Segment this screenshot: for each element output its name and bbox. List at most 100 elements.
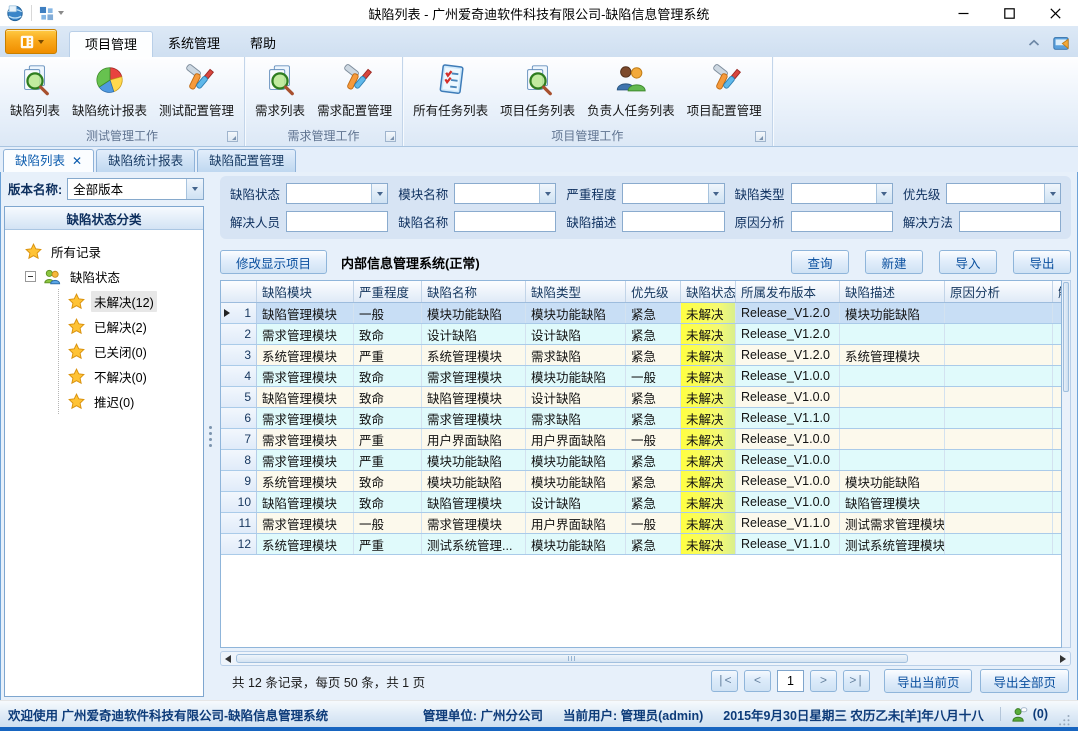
grid-header-cell[interactable]: 优先级 — [626, 281, 681, 302]
toolbar-action-button[interactable]: 导出 — [1013, 250, 1071, 274]
combo-arrow-icon[interactable] — [708, 184, 724, 203]
page-number-input[interactable] — [777, 670, 804, 692]
ribbon-button[interactable]: 需求列表 — [249, 59, 311, 119]
table-row[interactable]: 11需求管理模块一般需求管理模块用户界面缺陷一般未解决Release_V1.1.… — [221, 513, 1061, 534]
horizontal-scrollbar-track[interactable] — [236, 654, 1055, 663]
horizontal-scrollbar[interactable] — [220, 651, 1071, 666]
horizontal-scrollbar-thumb[interactable] — [236, 654, 908, 663]
vertical-scrollbar-thumb[interactable] — [1063, 282, 1069, 392]
dialog-launcher-icon[interactable] — [227, 131, 238, 142]
last-page-button[interactable]: >| — [843, 670, 870, 692]
ribbon-tab[interactable]: 项目管理 — [69, 31, 153, 57]
scroll-left-arrow-icon[interactable] — [224, 654, 232, 663]
filter-input[interactable] — [286, 211, 388, 232]
ribbon-button[interactable]: 项目配置管理 — [681, 59, 768, 119]
grid-header-cell[interactable]: 原因分析 — [945, 281, 1053, 302]
combo-arrow-icon[interactable] — [186, 179, 203, 199]
tree-item-defect-status[interactable]: 缺陷状态 — [25, 264, 203, 289]
table-row[interactable]: 3系统管理模块严重系统管理模块需求缺陷紧急未解决Release_V1.2.0系统… — [221, 345, 1061, 366]
table-row[interactable]: 7需求管理模块严重用户界面缺陷用户界面缺陷一般未解决Release_V1.0.0 — [221, 429, 1061, 450]
grid-header-cell[interactable]: 解决 — [1053, 281, 1062, 302]
help-app-icon[interactable] — [1052, 34, 1070, 52]
prev-page-button[interactable]: < — [744, 670, 771, 692]
export-current-page-button[interactable]: 导出当前页 — [884, 669, 973, 693]
export-all-pages-button[interactable]: 导出全部页 — [980, 669, 1069, 693]
table-row[interactable]: 8需求管理模块严重模块功能缺陷模块功能缺陷紧急未解决Release_V1.0.0 — [221, 450, 1061, 471]
grid-header-cell[interactable]: 严重程度 — [354, 281, 422, 302]
grid-header-row: 缺陷模块严重程度缺陷名称缺陷类型优先级缺陷状态所属发布版本缺陷描述原因分析解决 — [221, 281, 1062, 303]
table-row[interactable]: 6需求管理模块致命需求管理模块需求缺陷紧急未解决Release_V1.1.0 — [221, 408, 1061, 429]
grid-header-cell[interactable]: 缺陷描述 — [840, 281, 945, 302]
ribbon-button[interactable]: 需求配置管理 — [311, 59, 398, 119]
ribbon-button[interactable]: 项目任务列表 — [494, 59, 581, 119]
document-tab[interactable]: 缺陷统计报表 — [96, 149, 195, 172]
scroll-right-arrow-icon[interactable] — [1059, 654, 1067, 663]
document-tab[interactable]: 缺陷配置管理 — [197, 149, 296, 172]
app-menu-button[interactable] — [5, 29, 57, 54]
close-button[interactable] — [1032, 0, 1078, 26]
ribbon-button[interactable]: 所有任务列表 — [407, 59, 494, 119]
filter-input[interactable] — [959, 211, 1061, 232]
tab-close-icon[interactable]: ✕ — [72, 155, 82, 167]
toolbar-action-button[interactable]: 查询 — [791, 250, 849, 274]
grid-header-cell[interactable]: 缺陷模块 — [257, 281, 354, 302]
filter-dropdown[interactable] — [454, 183, 556, 204]
modify-columns-button[interactable]: 修改显示项目 — [220, 250, 327, 274]
grid-header-cell[interactable]: 缺陷名称 — [422, 281, 526, 302]
grid-header-cell[interactable]: 缺陷状态 — [681, 281, 736, 302]
ribbon-button[interactable]: 测试配置管理 — [153, 59, 240, 119]
maximize-button[interactable] — [986, 0, 1032, 26]
table-row[interactable]: 4需求管理模块致命需求管理模块模块功能缺陷一般未解决Release_V1.0.0 — [221, 366, 1061, 387]
table-row[interactable]: 10缺陷管理模块致命缺陷管理模块设计缺陷紧急未解决Release_V1.0.0缺… — [221, 492, 1061, 513]
filter-input[interactable] — [791, 211, 893, 232]
tree-item-status[interactable]: 未解决(12) — [68, 289, 203, 314]
quick-access-caret-icon[interactable] — [58, 11, 64, 15]
grid-header-cell[interactable]: 缺陷类型 — [526, 281, 626, 302]
filter-dropdown[interactable] — [791, 183, 893, 204]
chevron-up-icon[interactable] — [1028, 39, 1040, 47]
table-row[interactable]: 12系统管理模块严重测试系统管理...模块功能缺陷紧急未解决Release_V1… — [221, 534, 1061, 555]
document-tab[interactable]: 缺陷列表✕ — [3, 149, 94, 172]
row-number: 5 — [221, 387, 257, 407]
ribbon-button[interactable]: 负责人任务列表 — [581, 59, 681, 119]
table-cell: 紧急 — [626, 408, 681, 428]
ribbon-button[interactable]: 缺陷统计报表 — [66, 59, 153, 119]
dialog-launcher-icon[interactable] — [385, 131, 396, 142]
tree-item-status[interactable]: 推迟(0) — [68, 389, 203, 414]
toolbar-action-button[interactable]: 新建 — [865, 250, 923, 274]
combo-arrow-icon[interactable] — [371, 184, 387, 203]
resize-grip-icon[interactable] — [1058, 714, 1070, 726]
table-row[interactable]: 1缺陷管理模块一般模块功能缺陷模块功能缺陷紧急未解决Release_V1.2.0… — [221, 303, 1061, 324]
sidebar-splitter[interactable] — [206, 172, 214, 700]
vertical-scrollbar[interactable] — [1062, 280, 1071, 648]
tree-item-status[interactable]: 不解决(0) — [68, 364, 203, 389]
first-page-button[interactable]: |< — [711, 670, 738, 692]
person-status-icon[interactable] — [1011, 706, 1028, 723]
next-page-button[interactable]: > — [810, 670, 837, 692]
filter-input[interactable] — [622, 211, 724, 232]
combo-arrow-icon[interactable] — [1044, 184, 1060, 203]
table-row[interactable]: 5缺陷管理模块致命缺陷管理模块设计缺陷紧急未解决Release_V1.0.0 — [221, 387, 1061, 408]
tree-item-all-records[interactable]: 所有记录 — [25, 239, 203, 264]
tree-item-status[interactable]: 已关闭(0) — [68, 339, 203, 364]
combo-arrow-icon[interactable] — [539, 184, 555, 203]
tree-item-status[interactable]: 已解决(2) — [68, 314, 203, 339]
filter-dropdown[interactable] — [622, 183, 724, 204]
filter-input[interactable] — [454, 211, 556, 232]
grid-header-cell[interactable]: 所属发布版本 — [736, 281, 840, 302]
combo-arrow-icon[interactable] — [876, 184, 892, 203]
ribbon-button[interactable]: 缺陷列表 — [4, 59, 66, 119]
ribbon-tab[interactable]: 帮助 — [235, 31, 291, 57]
tree-collapse-icon[interactable] — [25, 271, 36, 282]
minimize-button[interactable] — [940, 0, 986, 26]
table-row[interactable]: 9系统管理模块致命模块功能缺陷模块功能缺陷紧急未解决Release_V1.0.0… — [221, 471, 1061, 492]
table-row[interactable]: 2需求管理模块致命设计缺陷设计缺陷紧急未解决Release_V1.2.0 — [221, 324, 1061, 345]
filter-dropdown[interactable] — [286, 183, 388, 204]
toolbar-action-button[interactable]: 导入 — [939, 250, 997, 274]
dialog-launcher-icon[interactable] — [755, 131, 766, 142]
ribbon-tab[interactable]: 系统管理 — [153, 31, 235, 57]
layout-grid-icon[interactable] — [39, 6, 54, 21]
row-number: 12 — [221, 534, 257, 554]
filter-dropdown[interactable] — [946, 183, 1061, 204]
version-combobox[interactable]: 全部版本 — [67, 178, 204, 200]
